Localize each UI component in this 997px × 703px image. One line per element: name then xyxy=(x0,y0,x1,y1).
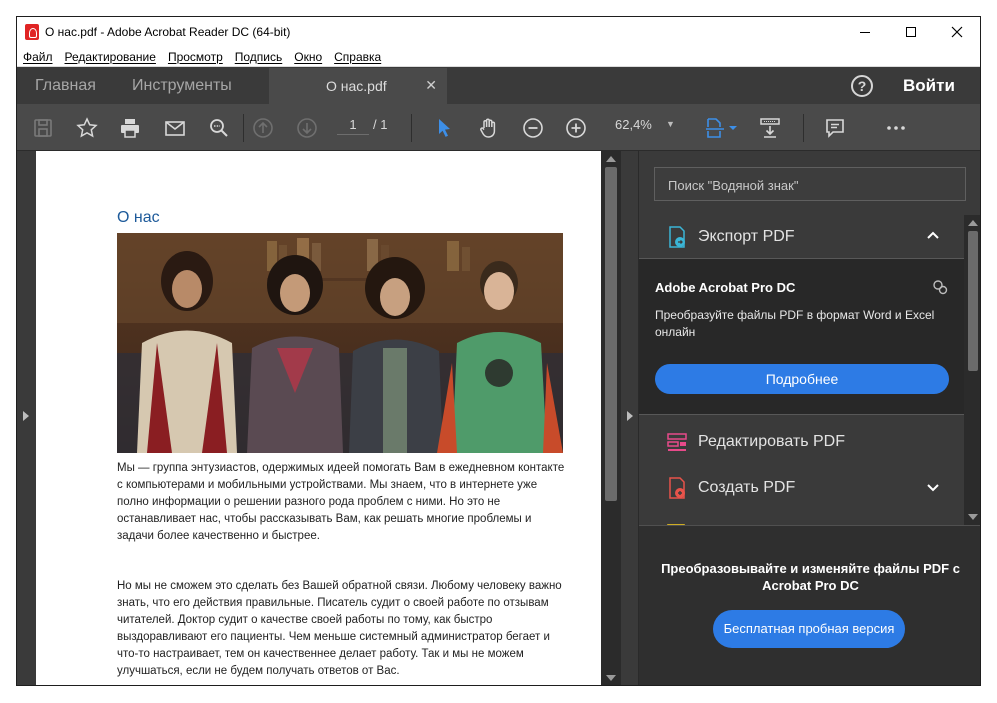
tools-search-input[interactable]: Поиск "Водяной знак" xyxy=(654,167,966,201)
menu-sign[interactable]: Подпись xyxy=(235,50,283,64)
trial-promo-text: Преобразовывайте и изменяйте файлы PDF с… xyxy=(661,561,960,593)
acrobat-window: О нас.pdf - Adobe Acrobat Reader DC (64-… xyxy=(16,16,981,686)
page-total: / 1 xyxy=(373,117,388,132)
promo-title: Adobe Acrobat Pro DC xyxy=(655,280,796,295)
zoom-dropdown-icon[interactable]: ▼ xyxy=(666,119,675,129)
tool-create-label: Создать PDF xyxy=(698,479,796,496)
paragraph-2: Но мы не сможем это сделать без Вашей об… xyxy=(117,580,562,677)
zoom-in-icon[interactable] xyxy=(564,116,588,140)
tools-scroll-down-icon[interactable] xyxy=(968,514,978,520)
settings-gear-icon[interactable] xyxy=(932,279,948,295)
tools-pane: Поиск "Водяной знак" Экспорт PDF Adobe A… xyxy=(639,151,980,685)
trial-promo: Преобразовывайте и изменяйте файлы PDF с… xyxy=(639,525,980,685)
document-scrollbar[interactable] xyxy=(601,151,621,685)
toolbar: 1 / 1 62,4% ▼ xyxy=(17,104,980,151)
page-heading: О нас xyxy=(117,209,160,226)
previous-page-icon[interactable] xyxy=(251,116,275,140)
learn-more-button[interactable]: Подробнее xyxy=(655,364,949,394)
find-text-icon[interactable] xyxy=(207,116,231,140)
collapse-arrow-icon xyxy=(627,411,633,421)
menu-edit[interactable]: Редактирование xyxy=(65,50,156,64)
content-area: О нас Мы — группа энтузиастов, одержимых… xyxy=(17,151,980,685)
tool-create-pdf[interactable]: Создать PDF xyxy=(639,466,964,510)
team-photo xyxy=(117,233,563,453)
paragraph-1: Мы — группа энтузиастов, одержимых идеей… xyxy=(117,462,565,542)
page-input-underline xyxy=(337,134,369,135)
hand-tool-icon[interactable] xyxy=(477,116,501,140)
close-window-button[interactable] xyxy=(934,17,980,47)
menu-view[interactable]: Просмотр xyxy=(168,50,223,64)
tab-document[interactable]: О нас.pdf ✕ xyxy=(269,68,447,104)
team-photo-illustration xyxy=(117,233,563,453)
maximize-button[interactable] xyxy=(888,17,934,47)
tool-export-label: Экспорт PDF xyxy=(698,228,795,245)
scroll-mode-icon[interactable] xyxy=(758,116,782,140)
menu-bar: Файл Редактирование Просмотр Подпись Окн… xyxy=(17,47,980,67)
left-panel-toggle[interactable] xyxy=(17,151,36,685)
page-number-input[interactable]: 1 xyxy=(337,117,369,132)
window-title: О нас.pdf - Adobe Acrobat Reader DC (64-… xyxy=(45,25,291,39)
menu-window[interactable]: Окно xyxy=(294,50,322,64)
pdf-page: О нас Мы — группа энтузиастов, одержимых… xyxy=(36,151,601,685)
edit-pdf-icon xyxy=(667,433,687,451)
tools-scrollbar-thumb[interactable] xyxy=(968,231,978,371)
comment-icon[interactable] xyxy=(823,116,847,140)
fit-dropdown-icon[interactable] xyxy=(727,116,739,140)
promo-description: Преобразуйте файлы PDF в формат Word и E… xyxy=(655,308,935,339)
tool-edit-label: Редактировать PDF xyxy=(698,433,845,450)
create-pdf-icon xyxy=(669,477,685,499)
tool-edit-pdf[interactable]: Редактировать PDF xyxy=(639,420,964,464)
title-bar: О нас.pdf - Adobe Acrobat Reader DC (64-… xyxy=(17,17,980,47)
menu-help[interactable]: Справка xyxy=(334,50,381,64)
minimize-icon xyxy=(860,31,870,33)
tab-home[interactable]: Главная xyxy=(35,77,96,95)
email-icon[interactable] xyxy=(163,116,187,140)
fit-page-icon[interactable] xyxy=(703,116,727,140)
expand-arrow-icon xyxy=(23,411,29,421)
scroll-up-icon[interactable] xyxy=(606,156,616,162)
acrobat-logo-icon xyxy=(25,24,39,40)
scroll-down-icon[interactable] xyxy=(606,675,616,681)
tab-bar: Главная Инструменты О нас.pdf ✕ ? Войти xyxy=(17,68,980,104)
scrollbar-thumb[interactable] xyxy=(605,167,617,501)
free-trial-button[interactable]: Бесплатная пробная версия xyxy=(713,610,905,648)
select-pointer-icon[interactable] xyxy=(432,116,456,140)
toolbar-separator xyxy=(243,114,244,142)
close-tab-icon[interactable]: ✕ xyxy=(425,77,437,94)
help-icon[interactable]: ? xyxy=(851,75,873,97)
export-pdf-icon xyxy=(669,226,685,248)
signin-button[interactable]: Войти xyxy=(903,76,955,96)
chevron-up-icon[interactable] xyxy=(926,229,940,243)
search-placeholder: Поиск "Водяной знак" xyxy=(668,178,799,193)
minimize-button[interactable] xyxy=(842,17,888,47)
bookmark-star-icon[interactable] xyxy=(75,116,99,140)
zoom-out-icon[interactable] xyxy=(521,116,545,140)
save-icon[interactable] xyxy=(31,116,55,140)
acrobat-pro-promo: Adobe Acrobat Pro DC Преобразуйте файлы … xyxy=(639,258,964,415)
menu-file[interactable]: Файл xyxy=(23,50,53,64)
tool-next-partial[interactable] xyxy=(639,512,964,525)
close-icon xyxy=(951,26,963,38)
chevron-down-icon[interactable] xyxy=(926,480,940,494)
toolbar-separator xyxy=(803,114,804,142)
zoom-level[interactable]: 62,4% xyxy=(615,117,652,132)
next-page-icon[interactable] xyxy=(295,116,319,140)
more-tools-icon[interactable] xyxy=(884,116,908,140)
tools-list: Экспорт PDF Adobe Acrobat Pro DC Преобра… xyxy=(639,215,964,525)
tab-tools[interactable]: Инструменты xyxy=(132,77,232,95)
right-panel-toggle[interactable] xyxy=(621,151,639,685)
print-icon[interactable] xyxy=(118,116,142,140)
tools-scrollbar[interactable] xyxy=(964,215,980,525)
maximize-icon xyxy=(906,27,916,37)
tool-export-pdf[interactable]: Экспорт PDF xyxy=(639,215,964,259)
tools-scroll-up-icon[interactable] xyxy=(968,220,978,226)
toolbar-separator xyxy=(411,114,412,142)
tab-document-label: О нас.pdf xyxy=(326,78,387,94)
